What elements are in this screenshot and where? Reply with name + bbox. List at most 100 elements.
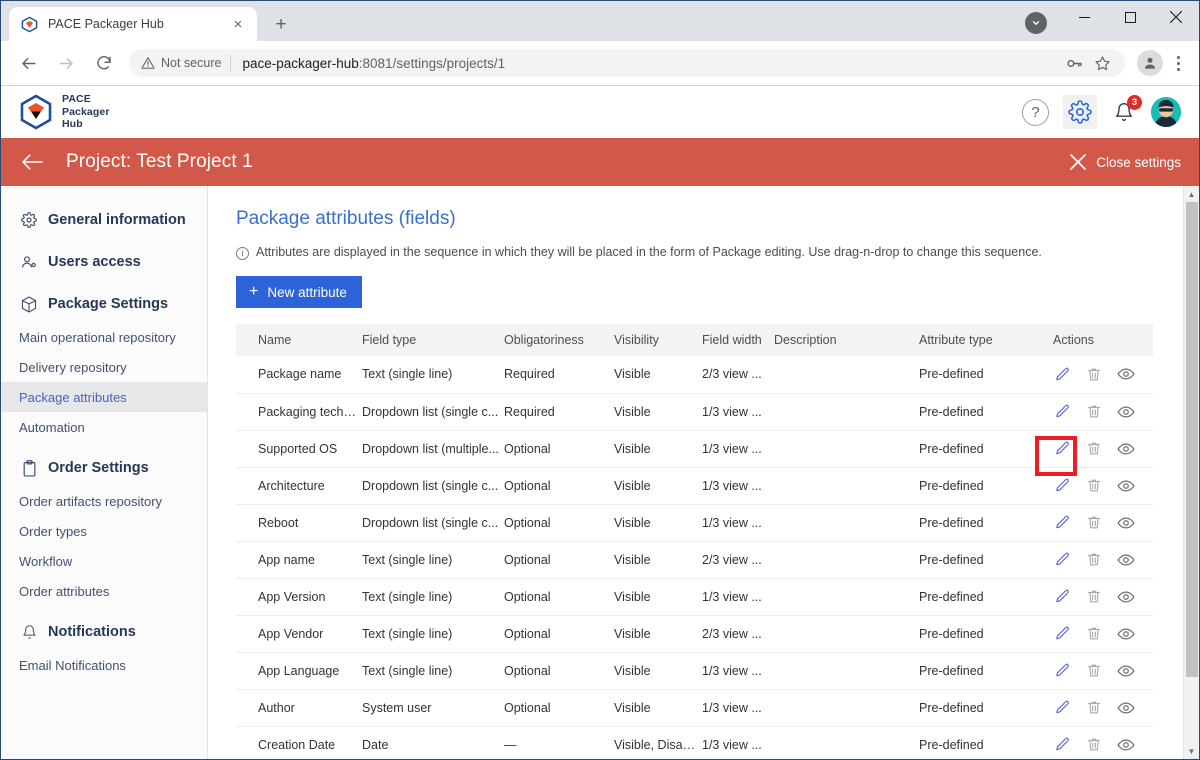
edit-icon[interactable] — [1053, 403, 1071, 421]
sidebar-item-users-access[interactable]: Users access — [1, 246, 207, 278]
brand-logo[interactable]: PACE Packager Hub — [19, 93, 110, 130]
cell-field-width: 2/3 view ... — [702, 356, 774, 394]
sidebar-item-main-operational-repository[interactable]: Main operational repository — [1, 322, 207, 352]
table-row[interactable]: Author System user Optional Visible 1/3 view… — [236, 689, 1153, 727]
edit-icon[interactable] — [1053, 365, 1071, 383]
delete-icon[interactable] — [1085, 551, 1103, 569]
star-icon[interactable] — [1089, 50, 1115, 76]
notifications-button[interactable]: 3 — [1111, 95, 1142, 126]
col-header-field-width[interactable]: Field width — [702, 324, 774, 356]
table-row[interactable]: App name Text (single line) Optional Visibl… — [236, 541, 1153, 579]
sidebar-item-workflow[interactable]: Workflow — [1, 546, 207, 576]
key-icon[interactable] — [1061, 50, 1087, 76]
url-host: pace-packager-hub — [242, 55, 359, 71]
table-row[interactable]: Supported OS Dropdown list (multiple... Op… — [236, 430, 1153, 468]
scroll-down-arrow-icon[interactable]: ▼ — [1184, 743, 1199, 759]
edit-icon[interactable] — [1053, 736, 1071, 754]
visibility-icon[interactable] — [1117, 625, 1135, 643]
sidebar-item-email-notifications[interactable]: Email Notifications — [1, 650, 207, 680]
sidebar-item-order-settings[interactable]: Order Settings — [1, 452, 207, 484]
visibility-icon[interactable] — [1117, 588, 1135, 606]
table-row[interactable]: App Language Text (single line) Optional Vi… — [236, 652, 1153, 690]
sidebar-item-order-artifacts-repository[interactable]: Order artifacts repository — [1, 486, 207, 516]
address-bar[interactable]: Not secure pace-packager-hub:8081/settin… — [129, 49, 1125, 77]
edit-icon[interactable] — [1053, 662, 1071, 680]
col-header-obligatoriness[interactable]: Obligatoriness — [504, 324, 614, 356]
sidebar-item-order-types[interactable]: Order types — [1, 516, 207, 546]
delete-icon[interactable] — [1085, 365, 1103, 383]
delete-icon[interactable] — [1085, 625, 1103, 643]
visibility-icon[interactable] — [1117, 514, 1135, 532]
table-row[interactable]: Package name Text (single line) Required Vi… — [236, 356, 1153, 394]
delete-icon[interactable] — [1085, 403, 1103, 421]
reload-button[interactable] — [89, 48, 119, 78]
delete-icon[interactable] — [1085, 588, 1103, 606]
visibility-icon[interactable] — [1117, 699, 1135, 717]
delete-icon[interactable] — [1085, 699, 1103, 717]
new-tab-button[interactable]: + — [267, 10, 295, 38]
forward-button[interactable] — [51, 48, 81, 78]
delete-icon[interactable] — [1085, 736, 1103, 754]
col-header-attribute-type[interactable]: Attribute type — [919, 324, 1053, 356]
sidebar-item-package-settings[interactable]: Package Settings — [1, 288, 207, 320]
table-row[interactable]: App Vendor Text (single line) Optional Visi… — [236, 615, 1153, 653]
sidebar-item-package-attributes[interactable]: Package attributes — [1, 382, 207, 412]
col-header-visibility[interactable]: Visibility — [614, 324, 702, 356]
close-settings-button[interactable]: Close settings — [1070, 154, 1181, 170]
settings-gear-button[interactable] — [1063, 95, 1097, 129]
tab-close-icon[interactable]: × — [229, 15, 247, 33]
sidebar-item-delivery-repository[interactable]: Delivery repository — [1, 352, 207, 382]
back-arrow-icon[interactable] — [21, 153, 43, 171]
back-button[interactable] — [13, 48, 43, 78]
vertical-scrollbar[interactable]: ▲ ▼ — [1183, 186, 1199, 759]
scrollbar-thumb[interactable] — [1186, 202, 1198, 677]
col-header-description[interactable]: Description — [774, 324, 919, 356]
edit-icon[interactable] — [1053, 440, 1071, 458]
sidebar-item-automation[interactable]: Automation — [1, 412, 207, 442]
security-status[interactable]: Not secure — [141, 56, 221, 70]
visibility-icon[interactable] — [1117, 662, 1135, 680]
edit-icon[interactable] — [1053, 551, 1071, 569]
visibility-icon[interactable] — [1117, 477, 1135, 495]
visibility-icon[interactable] — [1117, 440, 1135, 458]
visibility-icon[interactable] — [1117, 365, 1135, 383]
scroll-up-arrow-icon[interactable]: ▲ — [1184, 186, 1199, 202]
visibility-icon[interactable] — [1117, 403, 1135, 421]
edit-icon[interactable] — [1053, 477, 1071, 495]
delete-icon[interactable] — [1085, 662, 1103, 680]
edit-icon[interactable] — [1053, 699, 1071, 717]
delete-icon[interactable] — [1085, 440, 1103, 458]
close-window-button[interactable] — [1153, 1, 1199, 33]
edit-icon[interactable] — [1053, 625, 1071, 643]
minimize-button[interactable] — [1061, 1, 1107, 33]
table-row[interactable]: Creation Date Date — Visible, Disabl... 1/3 … — [236, 726, 1153, 759]
delete-icon[interactable] — [1085, 514, 1103, 532]
table-row[interactable]: Architecture Dropdown list (single c... Op… — [236, 467, 1153, 505]
sidebar-item-notifications[interactable]: Notifications — [1, 616, 207, 648]
sidebar-item-order-attributes[interactable]: Order attributes — [1, 576, 207, 606]
cell-field-type: Text (single line) — [362, 652, 504, 690]
sidebar-item-label: Order Settings — [48, 460, 149, 476]
edit-icon[interactable] — [1053, 514, 1071, 532]
browser-window: PACE Packager Hub × + Not secure pace-pa… — [0, 0, 1200, 760]
table-row[interactable]: Packaging technolo...Dropdown list (sing… — [236, 393, 1153, 431]
edit-icon[interactable] — [1053, 588, 1071, 606]
browser-profile-button[interactable] — [1137, 50, 1163, 76]
visibility-icon[interactable] — [1117, 736, 1135, 754]
tab-search-button[interactable] — [1023, 10, 1049, 36]
col-header-name[interactable]: Name — [236, 324, 362, 356]
browser-tab[interactable]: PACE Packager Hub × — [9, 7, 257, 41]
table-row[interactable]: Reboot Dropdown list (single c... Optional… — [236, 504, 1153, 542]
user-avatar[interactable] — [1151, 97, 1181, 127]
table-row[interactable]: App Version Text (single line) Optional Vis… — [236, 578, 1153, 616]
sidebar-item-general-information[interactable]: General information — [1, 204, 207, 236]
new-attribute-button[interactable]: + New attribute — [236, 276, 362, 308]
help-button[interactable]: ? — [1022, 98, 1049, 126]
three-dot-menu-icon[interactable] — [1165, 48, 1191, 78]
cell-obligatoriness: Optional — [504, 615, 614, 653]
maximize-button[interactable] — [1107, 1, 1153, 33]
visibility-icon[interactable] — [1117, 551, 1135, 569]
delete-icon[interactable] — [1085, 477, 1103, 495]
col-header-field-type[interactable]: Field type — [362, 324, 504, 356]
brand-line-2: Packager — [62, 105, 110, 118]
